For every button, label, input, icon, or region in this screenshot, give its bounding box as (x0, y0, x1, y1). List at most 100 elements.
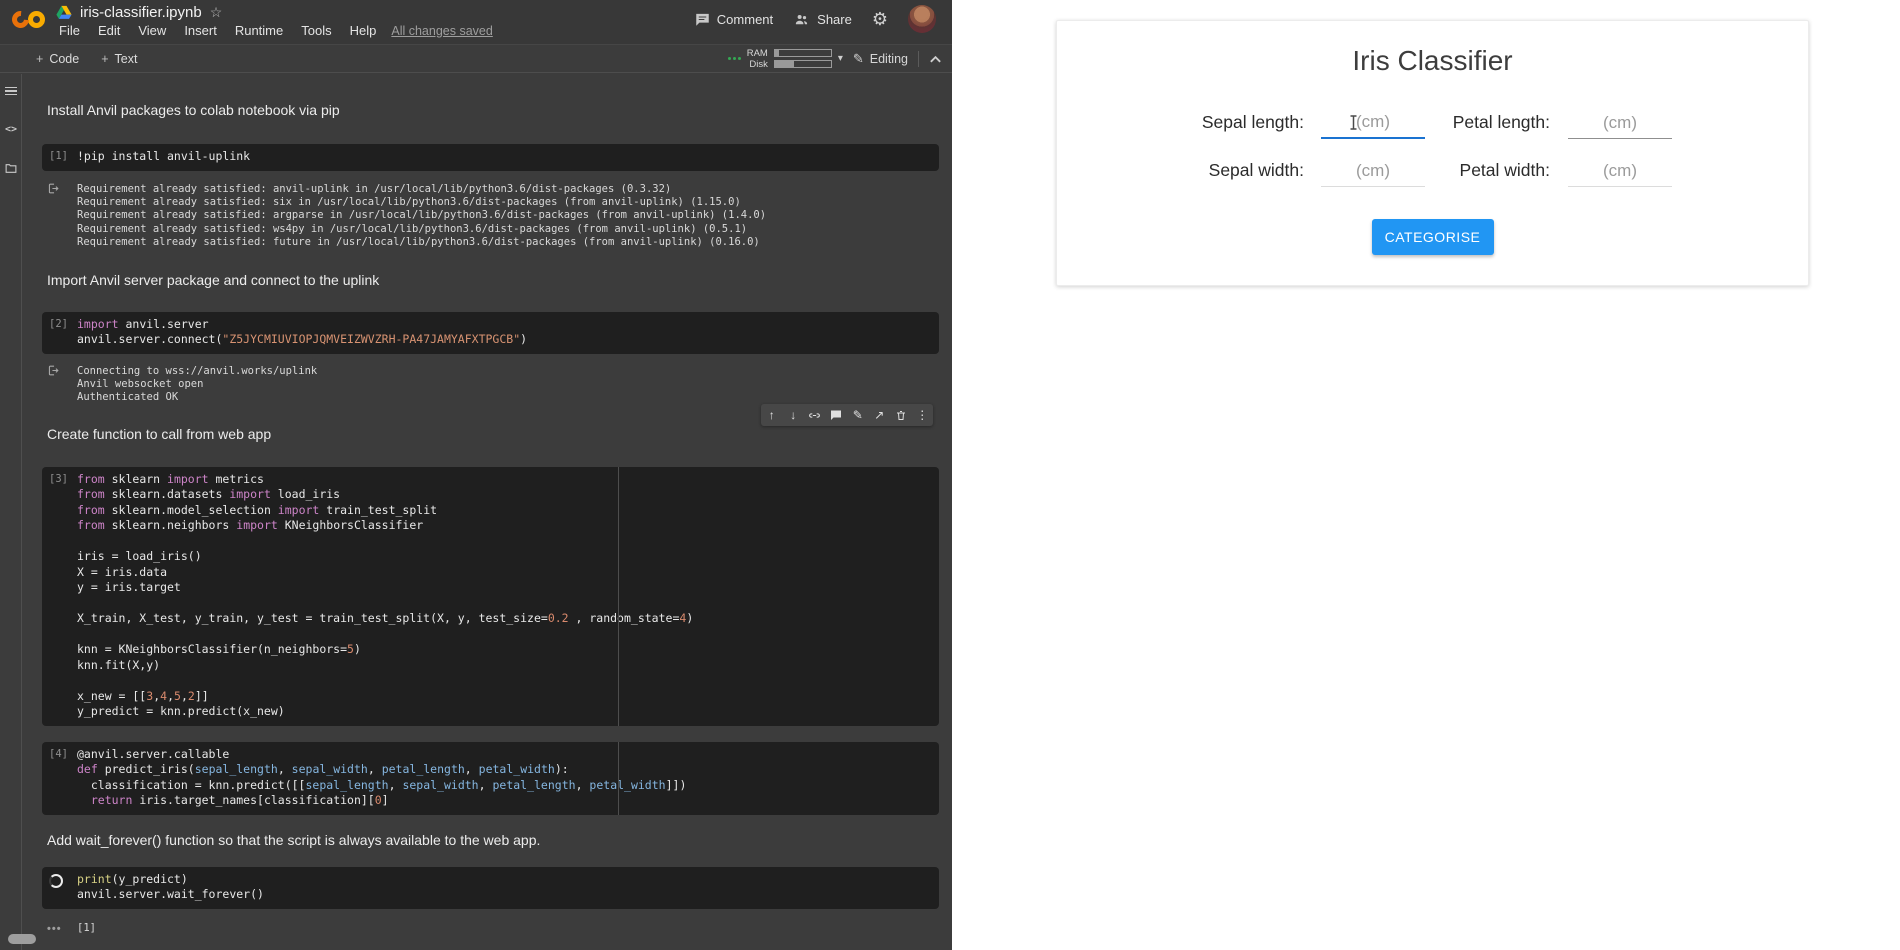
table-of-contents-icon[interactable] (0, 78, 22, 104)
sepal-length-input[interactable] (1321, 110, 1425, 139)
resource-meter[interactable]: RAM Disk ▾ (728, 48, 843, 70)
user-avatar[interactable] (908, 5, 936, 33)
menu-view[interactable]: View (129, 23, 175, 38)
link-cell-icon[interactable] (807, 407, 823, 423)
add-text-button[interactable]: + Text (101, 52, 137, 66)
code-line: y = iris.target (77, 580, 693, 596)
output-options-icon[interactable]: ••• (42, 917, 77, 935)
menu-bar: File Edit View Insert Runtime Tools Help… (50, 23, 493, 38)
editing-mode-button[interactable]: ✎ Editing (853, 51, 908, 67)
categorise-button[interactable]: CATEGORISE (1372, 219, 1494, 255)
settings-gear-icon[interactable]: ⚙ (872, 9, 888, 30)
star-icon[interactable]: ☆ (210, 4, 223, 21)
colab-logo-right-ring (28, 11, 45, 28)
output-area: Connecting to wss://anvil.works/uplinkAn… (42, 360, 939, 405)
sepal-width-input[interactable] (1321, 159, 1425, 187)
code-line: print(y_predict) (77, 872, 264, 888)
output-run-icon[interactable] (42, 360, 77, 405)
markdown-cell[interactable]: Import Anvil server package and connect … (47, 271, 939, 289)
petal-width-field-wrap (1568, 159, 1672, 187)
code-cell[interactable]: [2]import anvil.serveranvil.server.conne… (42, 312, 939, 354)
code-line: X_train, X_test, y_train, y_test = train… (77, 611, 693, 627)
code-cell[interactable]: [1]!pip install anvil-uplink (42, 144, 939, 171)
code-line: def predict_iris(sepal_length, sepal_wid… (77, 762, 686, 778)
move-cell-up-button[interactable]: ↑ (764, 407, 780, 423)
petal-length-label: Petal length: (1425, 112, 1550, 139)
code-line (77, 627, 693, 643)
plus-icon: + (101, 52, 108, 66)
code-editor[interactable]: import anvil.serveranvil.server.connect(… (77, 312, 535, 354)
code-editor[interactable]: from sklearn import metricsfrom sklearn.… (77, 467, 701, 726)
share-button[interactable]: Share (793, 12, 852, 27)
code-line: import anvil.server (77, 317, 527, 333)
code-line: anvil.server.connect("Z5JYCMIUVIOPJQMVEI… (77, 332, 527, 348)
comment-button[interactable]: Comment (695, 12, 773, 27)
execution-count[interactable]: [4] (42, 742, 77, 815)
divider (918, 51, 919, 67)
comment-icon (695, 12, 710, 27)
sepal-length-field-wrap (1321, 110, 1425, 139)
ram-usage-bar (774, 49, 832, 57)
autosave-status[interactable]: All changes saved (391, 24, 492, 38)
execution-count[interactable]: [3] (42, 467, 77, 726)
petal-length-input[interactable] (1568, 111, 1672, 139)
code-line: X = iris.data (77, 565, 693, 581)
menu-file[interactable]: File (50, 23, 89, 38)
notebook-cells: Install Anvil packages to colab notebook… (22, 74, 952, 950)
code-line: from sklearn import metrics (77, 472, 693, 488)
delete-cell-icon[interactable] (893, 407, 909, 423)
code-line (77, 534, 693, 550)
open-in-new-icon[interactable]: ↗ (871, 407, 887, 423)
colab-header: iris-classifier.ipynb ☆ File Edit View I… (0, 0, 952, 44)
markdown-cell[interactable]: Install Anvil packages to colab notebook… (47, 101, 939, 119)
code-cell[interactable]: print(y_predict)anvil.server.wait_foreve… (42, 867, 939, 909)
output-text: Requirement already satisfied: anvil-upl… (77, 178, 766, 250)
code-editor[interactable]: @anvil.server.callabledef predict_iris(s… (77, 742, 694, 815)
execution-count[interactable]: [1] (42, 144, 77, 171)
code-line: knn = KNeighborsClassifier(n_neighbors=5… (77, 642, 693, 658)
petal-length-field-wrap (1568, 111, 1672, 139)
output-text: [1] (77, 917, 96, 935)
sepal-width-field-wrap (1321, 159, 1425, 187)
collapse-toolbar-button[interactable] (929, 54, 942, 64)
notebook-title[interactable]: iris-classifier.ipynb (80, 4, 202, 21)
code-snippets-icon[interactable]: <> (0, 116, 22, 142)
code-line: from sklearn.datasets import load_iris (77, 487, 693, 503)
more-actions-icon[interactable]: ⋮ (914, 407, 930, 423)
menu-runtime[interactable]: Runtime (226, 23, 292, 38)
add-code-button[interactable]: + Code (36, 52, 79, 66)
colab-logo[interactable] (12, 11, 45, 28)
markdown-cell[interactable]: Add wait_forever() function so that the … (47, 831, 939, 849)
sepal-length-label: Sepal length: (1154, 112, 1304, 139)
code-cell[interactable]: [4]@anvil.server.callabledef predict_iri… (42, 742, 939, 815)
execution-count[interactable]: [2] (42, 312, 77, 354)
left-sidebar-rail: <> (0, 74, 22, 950)
edit-cell-icon[interactable]: ✎ (850, 407, 866, 423)
menu-help[interactable]: Help (341, 23, 386, 38)
code-line: x_new = [[3,4,5,2]] (77, 689, 693, 705)
add-comment-icon[interactable] (828, 407, 844, 423)
running-cell-spinner[interactable] (42, 867, 77, 909)
code-line: anvil.server.wait_forever() (77, 887, 264, 903)
markdown-cell[interactable]: Create function to call from web app (47, 425, 939, 443)
petal-width-input[interactable] (1568, 159, 1672, 187)
output-run-icon[interactable] (42, 178, 77, 250)
code-line: return iris.target_names[classification]… (77, 793, 686, 809)
petal-width-label: Petal width: (1425, 160, 1550, 187)
menu-edit[interactable]: Edit (89, 23, 129, 38)
menu-tools[interactable]: Tools (292, 23, 340, 38)
code-cell[interactable]: [3]from sklearn import metricsfrom sklea… (42, 467, 939, 726)
move-cell-down-button[interactable]: ↓ (785, 407, 801, 423)
anvil-app-panel: Iris Classifier Sepal length: Petal leng… (952, 0, 1900, 950)
cell-toolbar: ↑ ↓ ✎ ↗ ⋮ (761, 404, 933, 426)
menu-insert[interactable]: Insert (175, 23, 226, 38)
disk-label: Disk (747, 59, 768, 70)
code-editor[interactable]: !pip install anvil-uplink (77, 144, 258, 171)
files-folder-icon[interactable] (0, 155, 22, 181)
disk-usage-bar (774, 60, 832, 68)
horizontal-scrollbar-thumb[interactable] (8, 934, 36, 944)
code-editor[interactable]: print(y_predict)anvil.server.wait_foreve… (77, 867, 272, 909)
output-text: Connecting to wss://anvil.works/uplinkAn… (77, 360, 317, 405)
output-area: Requirement already satisfied: anvil-upl… (42, 178, 939, 250)
output-area: •••[1] (42, 917, 939, 935)
